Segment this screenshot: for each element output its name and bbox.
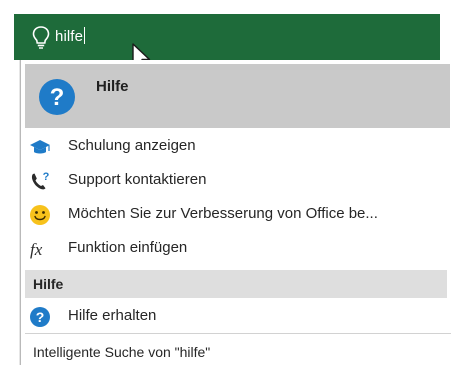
top-result-label: Hilfe — [96, 78, 129, 95]
phone-question-icon: ? — [31, 171, 50, 190]
search-query-text: hilfe — [55, 28, 84, 45]
help-question-icon: ? — [30, 307, 50, 327]
help-question-icon: ? — [39, 79, 75, 115]
lightbulb-icon — [32, 26, 50, 49]
excel-tell-me-window: hilfe ? Hilfe Schulung anzeigen ? Suppor… — [0, 0, 454, 365]
svg-text:?: ? — [43, 171, 50, 183]
action-insert-function[interactable]: fx Funktion einfügen — [21, 232, 453, 264]
svg-text:fx: fx — [30, 240, 43, 259]
top-result-help[interactable]: ? Hilfe — [25, 64, 450, 128]
svg-text:?: ? — [50, 84, 65, 111]
svg-text:?: ? — [36, 309, 45, 325]
section-header-label: Hilfe — [33, 276, 64, 292]
action-contact-support[interactable]: ? Support kontaktieren — [21, 164, 453, 196]
smart-lookup-item[interactable]: Intelligente Suche von "hilfe" — [33, 344, 210, 360]
smiley-icon — [30, 205, 50, 225]
divider — [25, 333, 451, 334]
action-label: Schulung anzeigen — [68, 137, 196, 154]
graduation-cap-icon — [30, 140, 50, 154]
search-input[interactable]: hilfe — [55, 27, 86, 47]
text-caret — [84, 27, 86, 44]
help-section-header: Hilfe — [25, 270, 447, 298]
help-item-label: Hilfe erhalten — [68, 307, 157, 324]
search-results-dropdown: ? Hilfe Schulung anzeigen ? Support kont… — [20, 60, 453, 365]
help-item-get-help[interactable]: ? Hilfe erhalten — [21, 300, 453, 332]
action-show-training[interactable]: Schulung anzeigen — [21, 130, 453, 162]
function-fx-icon: fx — [30, 240, 43, 259]
action-label: Möchten Sie zur Verbesserung von Office … — [68, 205, 378, 222]
tell-me-search-bar[interactable]: hilfe — [14, 14, 440, 71]
action-feedback[interactable]: Möchten Sie zur Verbesserung von Office … — [21, 198, 453, 230]
action-label: Support kontaktieren — [68, 171, 207, 188]
action-label: Funktion einfügen — [68, 239, 188, 256]
